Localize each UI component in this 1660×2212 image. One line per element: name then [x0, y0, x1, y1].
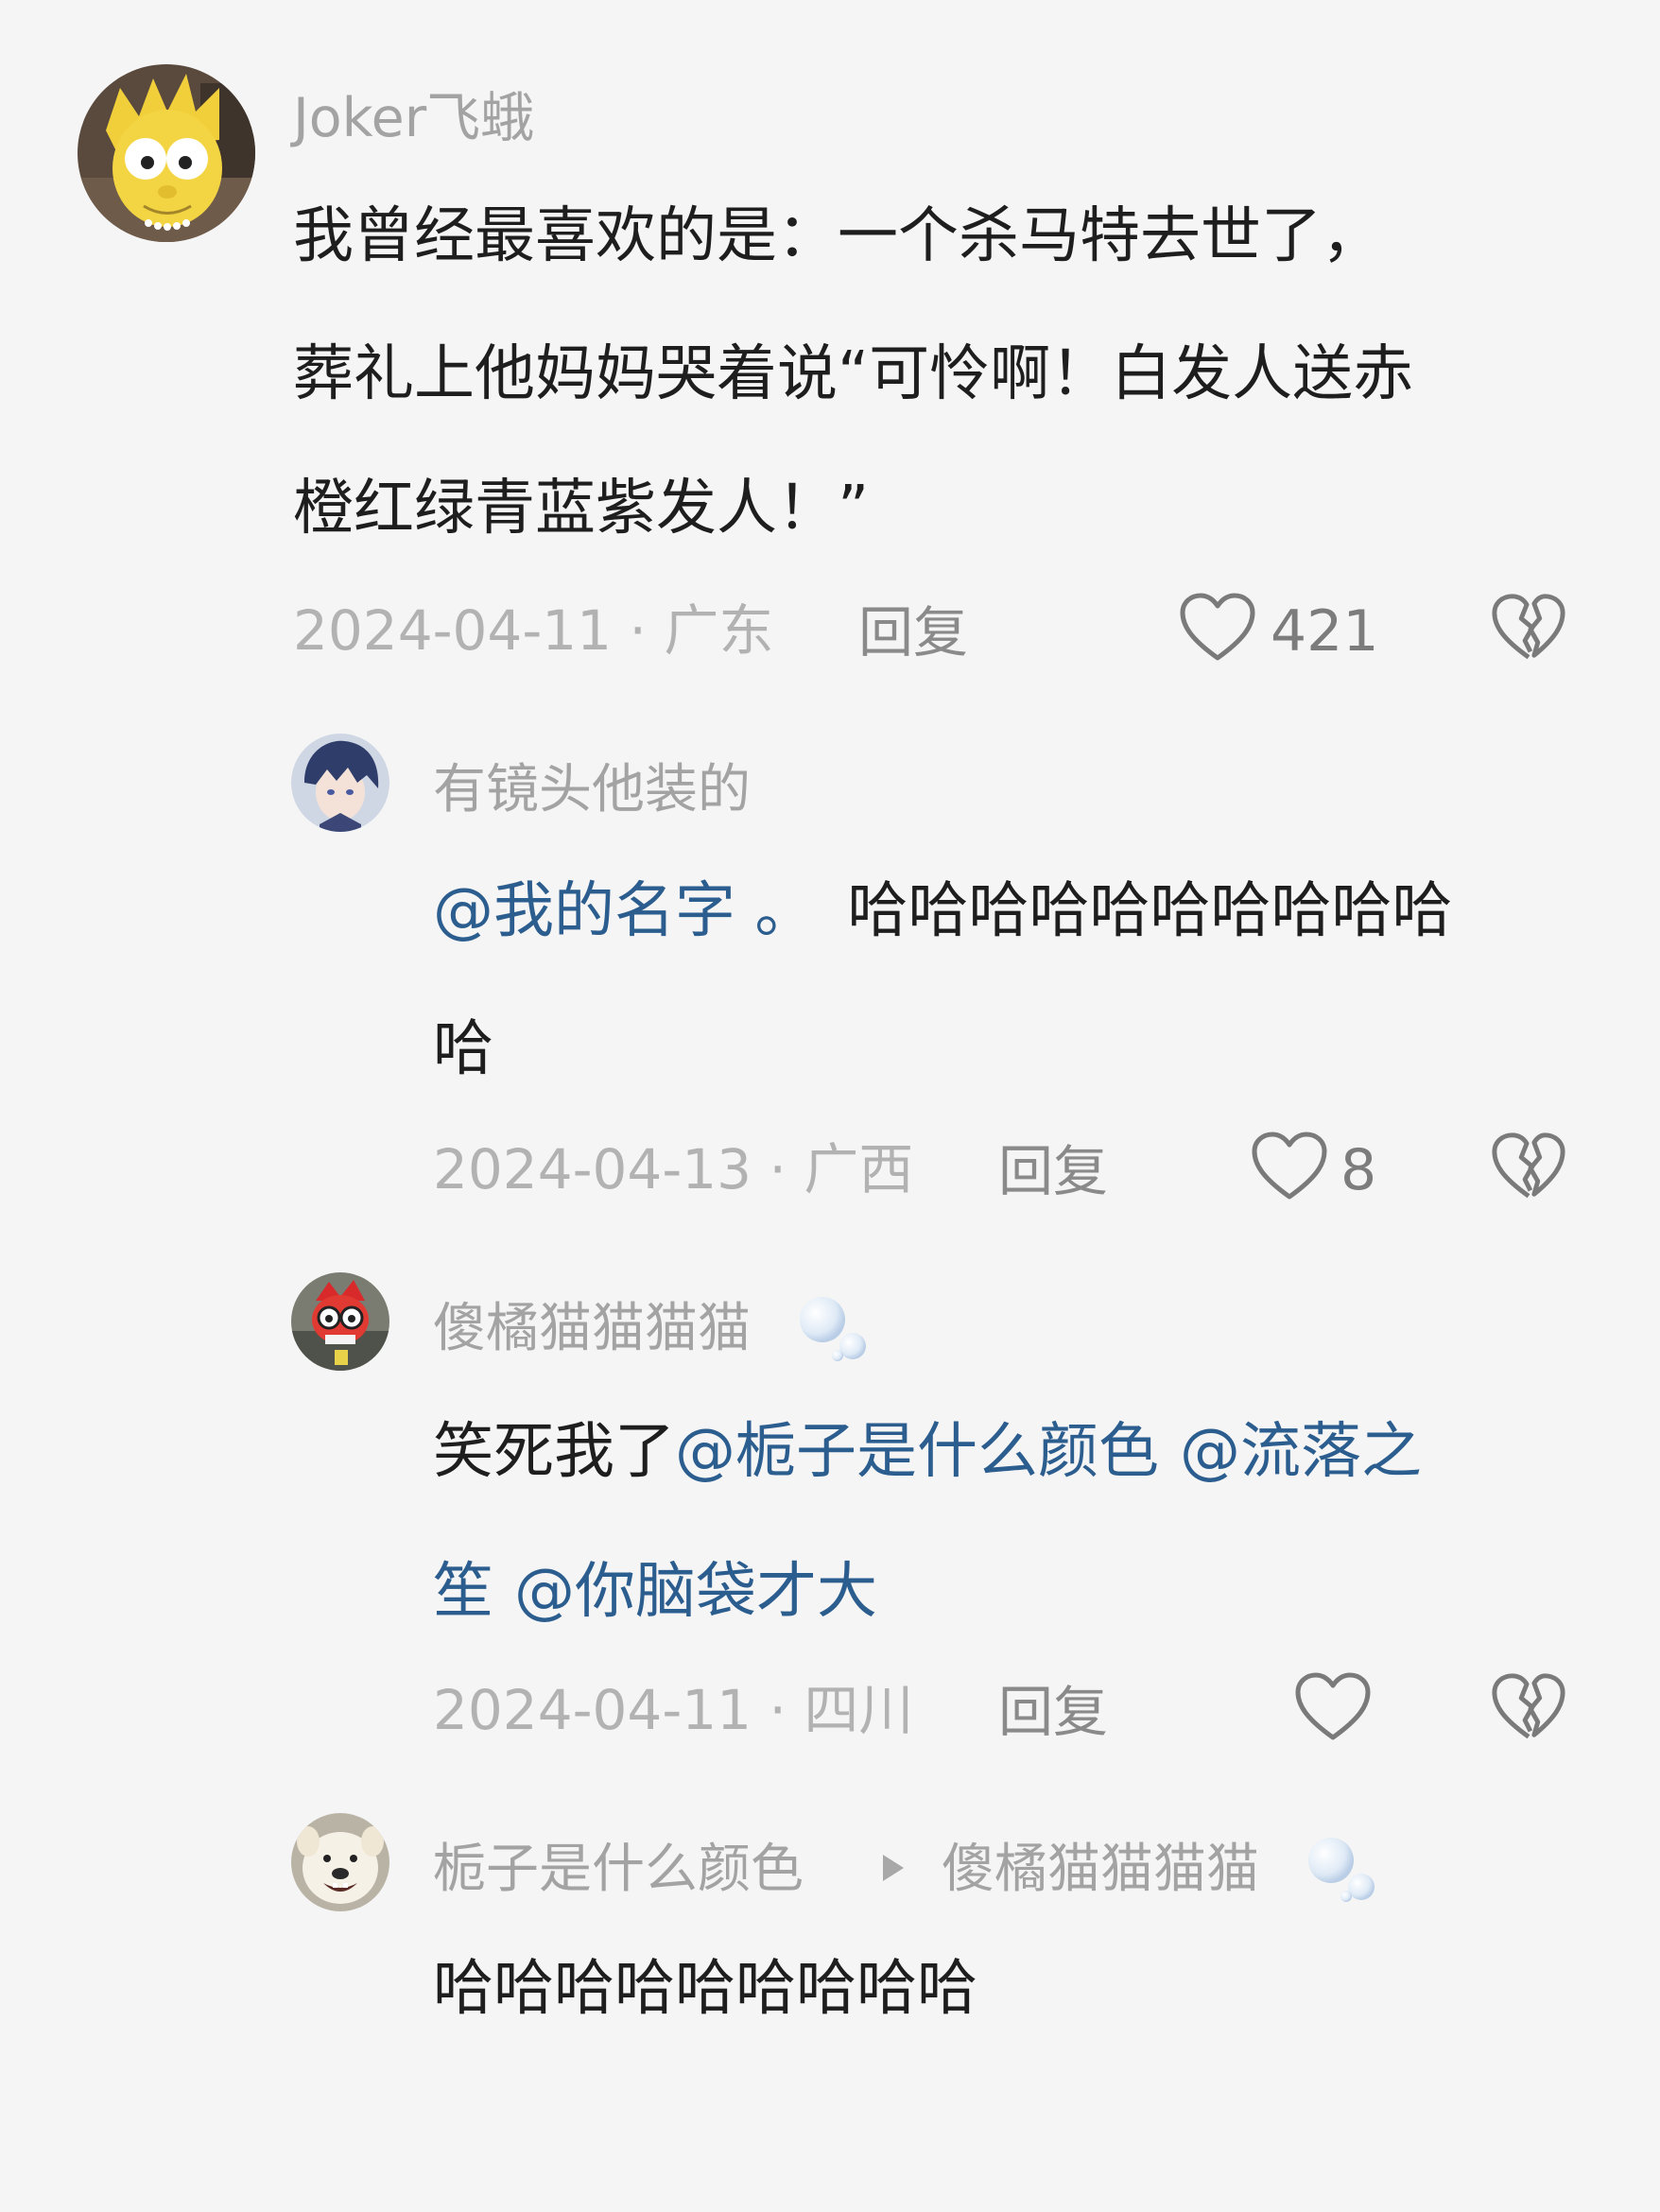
comment-text: 哈哈哈哈哈哈哈哈哈哈: [847, 876, 1453, 946]
dislike-button[interactable]: [1490, 1131, 1567, 1206]
like-count: 421: [1271, 598, 1379, 665]
comment-body: 哈哈哈哈哈哈哈哈哈: [433, 1959, 977, 2019]
separator: ·: [769, 1678, 787, 1742]
mention-link[interactable]: @我的名字 。: [433, 876, 815, 946]
comment-location: 广东: [664, 598, 774, 663]
comment-meta: 2024-04-11 · 四川: [433, 1683, 913, 1737]
comment-line: 橙红绿青蓝紫发人！”: [293, 474, 870, 544]
like-button[interactable]: [1178, 592, 1257, 667]
comment-meta: 2024-04-13 · 广西: [433, 1142, 913, 1197]
heart-outline-icon: [1252, 1132, 1327, 1200]
reply-button[interactable]: 回复: [998, 1144, 1108, 1199]
comment-location: 广西: [804, 1137, 914, 1201]
comment-date: 2024-04-11: [433, 1678, 752, 1742]
avatar[interactable]: [78, 64, 255, 242]
anime-avatar-icon: [291, 734, 389, 832]
reply-button[interactable]: 回复: [998, 1685, 1108, 1739]
bubble-icon: [794, 1293, 870, 1373]
reply-to-username[interactable]: 傻橘猫猫猫猫: [942, 1843, 1259, 1896]
username[interactable]: 栀子是什么颜色: [433, 1843, 804, 1896]
avatar[interactable]: [291, 1813, 389, 1911]
mention-link[interactable]: 笙: [433, 1557, 493, 1627]
reply-button[interactable]: 回复: [858, 605, 968, 660]
username[interactable]: 有镜头他装的: [433, 764, 751, 817]
heart-outline-icon: [1295, 1672, 1371, 1740]
comment-meta: 2024-04-11 · 广东: [293, 603, 773, 658]
like-button[interactable]: [1250, 1131, 1329, 1206]
avatar[interactable]: [291, 734, 389, 832]
comment-text: 笑死我了: [433, 1417, 675, 1487]
like-button[interactable]: [1293, 1671, 1373, 1747]
bubble-icon: [1303, 1834, 1378, 1913]
like-count: 8: [1340, 1137, 1377, 1203]
separator: ·: [769, 1137, 787, 1201]
dog-avatar-icon: [291, 1813, 389, 1911]
heart-outline-icon: [1180, 593, 1255, 661]
triangle-right-icon: [879, 1849, 906, 1891]
comment-date: 2024-04-13: [433, 1137, 752, 1201]
dislike-button[interactable]: [1490, 1671, 1567, 1747]
lisa-avatar-icon: [78, 64, 255, 242]
comment-line: 哈: [433, 1014, 493, 1084]
separator: ·: [629, 598, 647, 663]
cartoon-avatar-icon: [291, 1272, 389, 1371]
comment-body: 笑死我了@栀子是什么颜色 @流落之 笙 @你脑袋才大: [433, 1422, 1422, 1622]
comment-line: 我曾经最喜欢的是：一个杀马特去世了，: [293, 201, 1382, 271]
broken-heart-icon: [1492, 1132, 1565, 1199]
comment-line: 葬礼上他妈妈哭着说“可怜啊！白发人送赤: [293, 339, 1414, 409]
broken-heart-icon: [1492, 1673, 1565, 1739]
broken-heart-icon: [1492, 594, 1565, 660]
avatar[interactable]: [291, 1272, 389, 1371]
comment-text: 哈哈哈哈哈哈哈哈哈: [433, 1954, 977, 2024]
username[interactable]: 傻橘猫猫猫猫: [433, 1303, 751, 1356]
comment-body: 我曾经最喜欢的是：一个杀马特去世了， 葬礼上他妈妈哭着说“可怜啊！白发人送赤 橙…: [293, 206, 1413, 539]
comment-body: @我的名字 。哈哈哈哈哈哈哈哈哈哈 哈: [433, 881, 1452, 1080]
username[interactable]: Joker飞蛾: [293, 92, 534, 146]
dislike-button[interactable]: [1490, 592, 1567, 667]
comment-location: 四川: [804, 1678, 914, 1742]
comment-date: 2024-04-11: [293, 598, 613, 663]
mention-link[interactable]: @你脑袋才大: [514, 1557, 877, 1627]
mention-link[interactable]: @流落之: [1180, 1417, 1422, 1487]
mention-link[interactable]: @栀子是什么颜色: [675, 1417, 1159, 1487]
